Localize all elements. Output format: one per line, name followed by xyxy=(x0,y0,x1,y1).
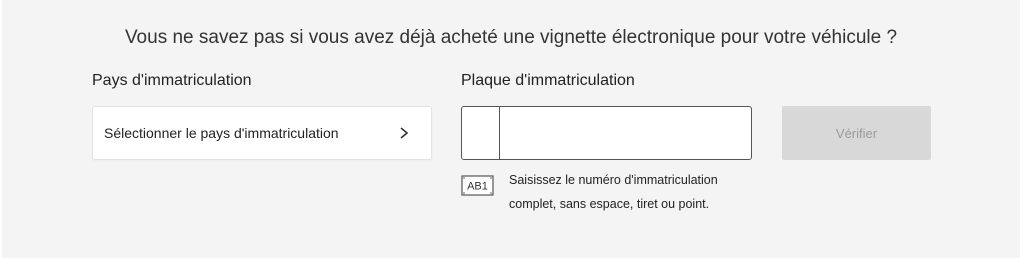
plate-number-input[interactable] xyxy=(502,107,748,159)
chevron-right-icon xyxy=(400,127,409,139)
verify-button[interactable]: Vérifier xyxy=(782,106,931,160)
plate-country-cell[interactable] xyxy=(462,107,500,159)
plate-hint-line1: Saisissez le numéro d'immatriculation xyxy=(509,173,718,187)
country-label: Pays d'immatriculation xyxy=(92,72,252,89)
plate-check-panel: Vous ne savez pas si vous avez déjà ache… xyxy=(2,0,1020,258)
license-plate-icon-text: AB1 xyxy=(467,181,488,193)
plate-label: Plaque d'immatriculation xyxy=(461,72,635,89)
license-plate-icon: AB1 xyxy=(461,175,494,196)
country-select-text: Sélectionner le pays d'immatriculation xyxy=(104,125,339,141)
plate-hint-line2: complet, sans espace, tiret ou point. xyxy=(509,197,710,211)
page-title: Vous ne savez pas si vous avez déjà ache… xyxy=(124,27,898,48)
plate-input-field[interactable] xyxy=(461,106,752,160)
country-select[interactable]: Sélectionner le pays d'immatriculation xyxy=(92,106,432,160)
plate-hint: Saisissez le numéro d'immatriculation co… xyxy=(509,168,718,216)
